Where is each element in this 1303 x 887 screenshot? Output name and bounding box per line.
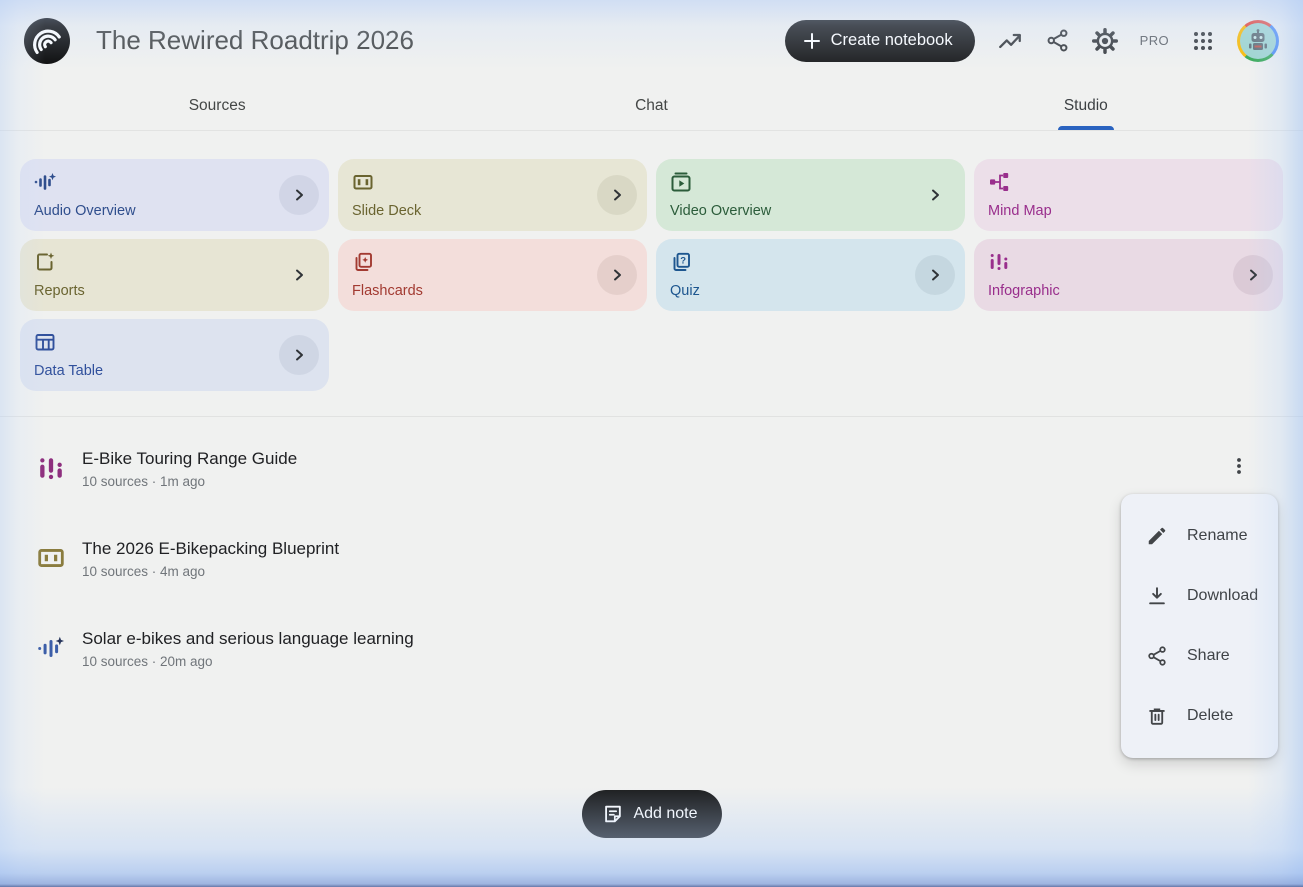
trash-icon: [1146, 705, 1168, 727]
add-note-button[interactable]: Add note: [581, 790, 721, 838]
avatar-robot-image: [1240, 23, 1276, 59]
note-icon: [601, 803, 623, 825]
settings-gear-icon: [1092, 28, 1118, 54]
share-icon: [1045, 28, 1070, 53]
slide-frame-icon: [37, 544, 65, 572]
svg-text:?: ?: [680, 256, 686, 267]
tool-card-quiz[interactable]: ? Quiz: [656, 239, 965, 311]
header-actions: Create notebook: [785, 20, 1279, 62]
notebooklm-logo[interactable]: [24, 18, 70, 64]
create-notebook-button[interactable]: Create notebook: [785, 20, 975, 62]
studio-tools-grid: Audio Overview Slide Deck Video Overvi: [0, 131, 1303, 391]
tool-card-audio-overview[interactable]: Audio Overview: [20, 159, 329, 231]
artifact-more-options-button[interactable]: [1225, 452, 1253, 480]
add-note-label: Add note: [633, 805, 697, 823]
tool-card-infographic[interactable]: Infographic: [974, 239, 1283, 311]
tool-card-flashcards[interactable]: Flashcards: [338, 239, 647, 311]
artifact-title[interactable]: E-Bike Touring Range Guide: [82, 449, 297, 469]
artifact-title[interactable]: Solar e-bikes and serious language learn…: [82, 629, 414, 649]
artifact-row-slide-deck[interactable]: The 2026 E-Bikepacking Blueprint 10 sour…: [20, 534, 1283, 592]
tab-bar: Sources Chat Studio: [0, 81, 1303, 131]
data-table-icon: [34, 331, 56, 353]
video-overview-icon: [670, 171, 692, 193]
menu-item-delete[interactable]: Delete: [1121, 686, 1278, 746]
quiz-cards-icon: ?: [670, 251, 692, 273]
chevron-right-icon[interactable]: [1233, 255, 1273, 295]
tool-label: Slide Deck: [352, 203, 421, 219]
menu-item-label: Share: [1187, 647, 1230, 665]
tool-label: Mind Map: [988, 203, 1052, 219]
mind-map-icon: [988, 171, 1010, 193]
trending-up-icon: [997, 28, 1023, 54]
tab-chat[interactable]: Chat: [434, 81, 868, 130]
menu-item-label: Rename: [1187, 527, 1247, 545]
artifact-title[interactable]: The 2026 E-Bikepacking Blueprint: [82, 539, 339, 559]
report-sparkle-icon: [34, 251, 56, 273]
tool-label: Audio Overview: [34, 203, 136, 219]
tool-card-data-table[interactable]: Data Table: [20, 319, 329, 391]
notebooklm-arcs-icon: [24, 18, 70, 64]
download-icon: [1146, 585, 1168, 607]
menu-item-rename[interactable]: Rename: [1121, 506, 1278, 566]
tool-label: Quiz: [670, 283, 700, 299]
share-icon: [1146, 645, 1168, 667]
apps-grid-icon: [1191, 29, 1215, 53]
chevron-right-icon[interactable]: [279, 175, 319, 215]
kebab-menu-icon: [1229, 456, 1249, 476]
google-apps-button[interactable]: [1191, 29, 1215, 53]
menu-item-label: Delete: [1187, 707, 1233, 725]
app-header: The Rewired Roadtrip 2026 Create noteboo…: [0, 0, 1303, 81]
user-avatar[interactable]: [1237, 20, 1279, 62]
artifact-row-infographic[interactable]: E-Bike Touring Range Guide 10 sources · …: [20, 444, 1283, 502]
menu-item-label: Download: [1187, 587, 1258, 605]
settings-button[interactable]: [1092, 28, 1118, 54]
chevron-right-icon[interactable]: [279, 255, 319, 295]
tool-label: Reports: [34, 283, 85, 299]
pro-badge: PRO: [1140, 33, 1169, 48]
analytics-button[interactable]: [997, 28, 1023, 54]
tool-card-slide-deck[interactable]: Slide Deck: [338, 159, 647, 231]
tool-card-video-overview[interactable]: Video Overview: [656, 159, 965, 231]
create-notebook-label: Create notebook: [831, 31, 953, 50]
tool-card-mind-map[interactable]: Mind Map: [974, 159, 1283, 231]
artifact-meta: 10 sources · 1m ago: [82, 474, 297, 489]
artifact-meta: 10 sources · 4m ago: [82, 564, 339, 579]
menu-item-share[interactable]: Share: [1121, 626, 1278, 686]
artifact-meta: 10 sources · 20m ago: [82, 654, 414, 669]
audio-waveform-sparkle-icon: [37, 634, 65, 662]
infographic-bars-icon: [988, 251, 1010, 273]
slide-deck-icon: [352, 171, 374, 193]
artifact-row-audio[interactable]: Solar e-bikes and serious language learn…: [20, 624, 1283, 682]
chevron-right-icon[interactable]: [597, 175, 637, 215]
plus-icon: [803, 32, 821, 50]
chevron-right-icon[interactable]: [915, 175, 955, 215]
tool-label: Video Overview: [670, 203, 771, 219]
studio-artifacts-list: E-Bike Touring Range Guide 10 sources · …: [0, 417, 1303, 682]
menu-item-download[interactable]: Download: [1121, 566, 1278, 626]
artifact-context-menu: Rename Download Share: [1121, 494, 1278, 758]
chevron-right-icon[interactable]: [279, 335, 319, 375]
tool-label: Data Table: [34, 363, 103, 379]
tool-card-reports[interactable]: Reports: [20, 239, 329, 311]
infographic-bars-icon: [37, 454, 65, 482]
flashcards-star-icon: [352, 251, 374, 273]
pencil-icon: [1146, 525, 1168, 547]
tool-label: Infographic: [988, 283, 1060, 299]
audio-waveform-sparkle-icon: [34, 171, 56, 193]
chevron-right-icon[interactable]: [597, 255, 637, 295]
notebook-title[interactable]: The Rewired Roadtrip 2026: [96, 25, 414, 56]
notebooklm-studio-page: The Rewired Roadtrip 2026 Create noteboo…: [0, 0, 1303, 887]
tool-label: Flashcards: [352, 283, 423, 299]
chevron-right-icon[interactable]: [915, 255, 955, 295]
tab-sources[interactable]: Sources: [0, 81, 434, 130]
tab-studio[interactable]: Studio: [869, 81, 1303, 130]
share-notebook-button[interactable]: [1045, 28, 1070, 53]
